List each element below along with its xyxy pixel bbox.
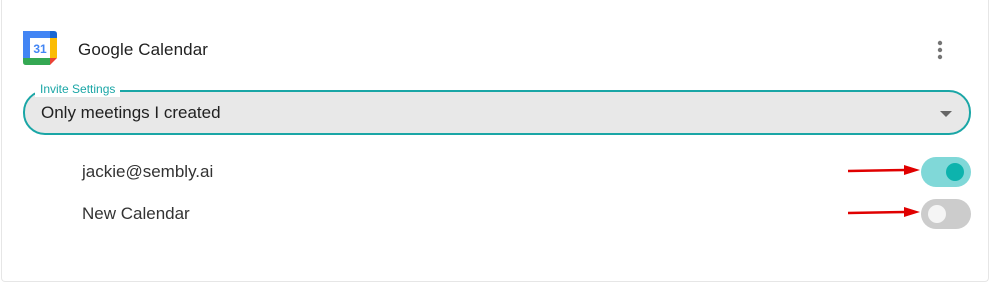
invite-settings-label: Invite Settings <box>35 81 121 97</box>
calendar-toggle[interactable] <box>921 157 971 187</box>
red-arrow-annotation-icon <box>848 207 920 217</box>
toggle-knob <box>928 205 946 223</box>
google-calendar-icon: 31 <box>23 31 57 65</box>
invite-settings-value: Only meetings I created <box>41 103 221 122</box>
calendar-label: New Calendar <box>82 204 190 223</box>
calendar-row: jackie@sembly.ai <box>2 154 990 190</box>
calendar-label: jackie@sembly.ai <box>82 162 214 181</box>
red-arrow-annotation-icon <box>848 165 920 175</box>
svg-text:31: 31 <box>33 42 47 56</box>
integration-title: Google Calendar <box>78 40 209 59</box>
calendar-toggle[interactable] <box>921 199 971 229</box>
calendar-row: New Calendar <box>2 196 990 232</box>
toggle-knob <box>946 163 964 181</box>
integration-card: 31 Google Calendar Only meetings I creat… <box>1 0 989 282</box>
invite-settings-select[interactable]: Only meetings I created <box>23 90 971 135</box>
more-options-button[interactable] <box>924 34 956 66</box>
dropdown-caret-icon <box>940 111 952 117</box>
more-vertical-icon <box>937 40 943 60</box>
